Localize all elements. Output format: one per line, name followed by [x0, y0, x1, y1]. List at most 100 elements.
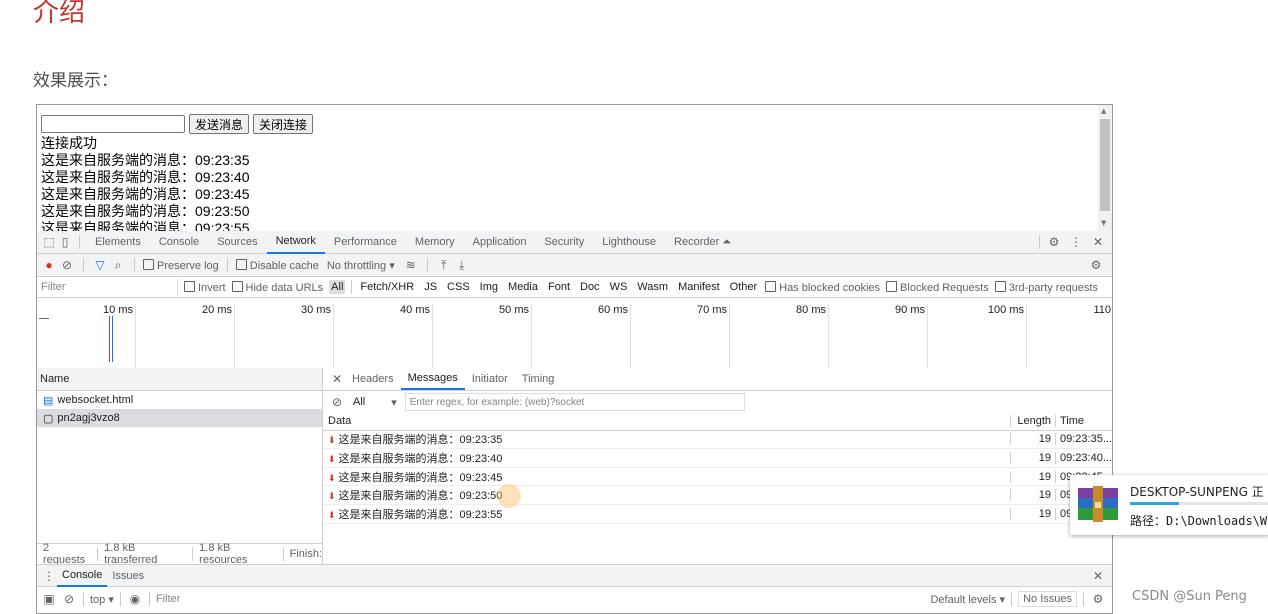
inspect-element-icon[interactable]: ⬚: [41, 234, 57, 250]
filter-wasm[interactable]: Wasm: [635, 280, 670, 294]
tab-memory[interactable]: Memory: [406, 231, 464, 254]
preserve-log-checkbox[interactable]: Preserve log: [143, 258, 219, 272]
filter-ws[interactable]: WS: [608, 280, 630, 294]
has-blocked-cookies-checkbox[interactable]: Has blocked cookies: [765, 280, 880, 294]
scroll-thumb[interactable]: [1100, 119, 1110, 211]
import-har-icon[interactable]: ⤒: [436, 257, 452, 273]
tab-lighthouse[interactable]: Lighthouse: [593, 231, 665, 254]
invert-checkbox[interactable]: Invert: [184, 280, 226, 294]
clear-messages-icon[interactable]: ⊘: [329, 394, 345, 410]
message-length: 19: [1010, 507, 1055, 520]
filter-input[interactable]: Filter: [37, 278, 178, 296]
tab-elements[interactable]: Elements: [86, 231, 150, 254]
search-icon[interactable]: ⌕: [110, 257, 126, 273]
filter-doc[interactable]: Doc: [578, 280, 602, 294]
tab-performance[interactable]: Performance: [325, 231, 406, 254]
filter-all[interactable]: All: [329, 280, 346, 294]
name-column-header[interactable]: Name: [37, 368, 322, 391]
messages-table: Data Length Time ⬇ 这是来自服务端的消息：09:23:35 19…: [323, 412, 1112, 524]
filter-icon[interactable]: ▽: [92, 257, 108, 273]
tab-recorder[interactable]: Recorder ⏶: [665, 231, 740, 254]
timeline-overview[interactable]: 10 ms 20 ms 30 ms 40 ms 50 ms 60 ms 70 m…: [37, 298, 1112, 369]
hide-data-urls-checkbox[interactable]: Hide data URLs: [231, 280, 323, 294]
watermark: CSDN @Sun Peng: [1132, 589, 1247, 604]
filter-media[interactable]: Media: [506, 280, 540, 294]
tab-timing[interactable]: Timing: [515, 368, 562, 390]
column-data[interactable]: Data: [323, 415, 1010, 427]
throttling-select[interactable]: No throttling ▾: [327, 259, 395, 272]
message-length: 19: [1010, 489, 1055, 502]
notification-title: DESKTOP-SUNPENG 正: [1130, 485, 1264, 499]
message-type-select[interactable]: All: [353, 396, 365, 408]
scroll-down-icon[interactable]: ▼: [1101, 219, 1106, 227]
settings-icon[interactable]: ⚙: [1046, 234, 1062, 250]
network-conditions-icon[interactable]: ≋: [403, 257, 419, 273]
message-data: 这是来自服务端的消息：09:23:50: [338, 490, 503, 503]
page-scrollbar[interactable]: ▲ ▼: [1098, 105, 1112, 231]
scroll-up-icon[interactable]: ▲: [1101, 107, 1106, 115]
column-length[interactable]: Length: [1010, 414, 1055, 427]
filter-font[interactable]: Font: [546, 280, 572, 294]
load-marker: [112, 316, 113, 362]
tab-application[interactable]: Application: [464, 231, 536, 254]
timeline-tick: 50 ms: [499, 304, 529, 316]
filter-js[interactable]: JS: [422, 280, 439, 294]
disable-cache-checkbox[interactable]: Disable cache: [235, 258, 319, 272]
filter-img[interactable]: Img: [478, 280, 500, 294]
tab-network[interactable]: Network: [266, 231, 325, 254]
close-drawer-icon[interactable]: ✕: [1090, 568, 1106, 584]
filter-manifest[interactable]: Manifest: [676, 280, 722, 294]
clear-console-icon[interactable]: ⊘: [61, 591, 77, 607]
message-input[interactable]: [41, 115, 185, 133]
filter-fetch-xhr[interactable]: Fetch/XHR: [358, 280, 416, 294]
tab-console[interactable]: Console: [150, 231, 208, 254]
context-select[interactable]: top ▾: [90, 593, 114, 606]
blocked-requests-checkbox[interactable]: Blocked Requests: [886, 280, 989, 294]
log-line: 这是来自服务端的消息：09:23:35: [41, 152, 250, 168]
table-row[interactable]: ⬇ 这是来自服务端的消息：09:23:40 19 09:23:40....: [323, 449, 1112, 468]
send-button[interactable]: 发送消息: [189, 114, 250, 134]
chevron-down-icon[interactable]: ▾: [391, 396, 397, 409]
messages-filter-input[interactable]: Enter regex, for example: (web)?socket: [404, 393, 745, 411]
close-icon[interactable]: ✕: [1090, 234, 1106, 250]
table-row[interactable]: ⬇ 这是来自服务端的消息：09:23:50 19 09: [323, 486, 1112, 505]
tab-initiator[interactable]: Initiator: [465, 368, 515, 390]
tab-sources[interactable]: Sources: [208, 231, 266, 254]
network-settings-icon[interactable]: ⚙: [1088, 257, 1104, 273]
device-toolbar-icon[interactable]: ▯: [57, 234, 73, 250]
table-row[interactable]: ⬇ 这是来自服务端的消息：09:23:55 19 09: [323, 505, 1112, 524]
eye-icon[interactable]: ◉: [127, 591, 143, 607]
timeline-tick: 40 ms: [400, 304, 430, 316]
more-options-icon[interactable]: ⋮: [1068, 234, 1084, 250]
tab-headers[interactable]: Headers: [345, 368, 401, 390]
console-filter-input[interactable]: Filter: [156, 593, 180, 605]
drawer-menu-icon[interactable]: ⋮: [41, 568, 57, 584]
download-notification[interactable]: DESKTOP-SUNPENG 正 路径：D:\Downloads\W: [1070, 475, 1268, 535]
table-row[interactable]: ⬇这是来自服务端的消息：09:23:45 19 09:23:45: [323, 468, 1112, 487]
filter-bar: Filter Invert Hide data URLs All Fetch/X…: [37, 277, 1112, 298]
filter-css[interactable]: CSS: [445, 280, 472, 294]
network-toolbar: ● ⊘ ▽ ⌕ Preserve log Disable cache No th…: [37, 254, 1112, 277]
summary-transferred: 1.8 kB transferred: [104, 542, 158, 566]
issues-button[interactable]: No Issues: [1018, 591, 1077, 607]
message-data: 这是来自服务端的消息：09:23:45: [338, 471, 503, 484]
request-row[interactable]: ▢ pn2agj3vzo8: [37, 409, 322, 427]
drawer-tab-console[interactable]: Console: [57, 565, 108, 587]
console-settings-icon[interactable]: ⚙: [1090, 591, 1106, 607]
close-details-icon[interactable]: ✕: [329, 371, 345, 387]
table-row[interactable]: ⬇ 这是来自服务端的消息：09:23:35 19 09:23:35....: [323, 431, 1112, 450]
column-time[interactable]: Time: [1055, 414, 1112, 427]
record-icon[interactable]: ●: [41, 257, 57, 273]
tab-messages[interactable]: Messages: [400, 368, 465, 390]
demo-page: 发送消息 关闭连接 连接成功 这是来自服务端的消息：09:23:35 这是来自服…: [37, 105, 1097, 231]
third-party-checkbox[interactable]: 3rd-party requests: [994, 280, 1098, 294]
request-row[interactable]: ▤ websocket.html: [37, 391, 322, 409]
drawer-tab-issues[interactable]: Issues: [107, 565, 149, 587]
export-har-icon[interactable]: ⤓: [454, 257, 470, 273]
clear-icon[interactable]: ⊘: [59, 257, 75, 273]
sidebar-toggle-icon[interactable]: ▣: [41, 591, 57, 607]
close-connection-button[interactable]: 关闭连接: [253, 114, 314, 134]
filter-other[interactable]: Other: [728, 280, 760, 294]
tab-security[interactable]: Security: [535, 231, 593, 254]
log-levels-select[interactable]: Default levels ▾: [930, 593, 1005, 606]
